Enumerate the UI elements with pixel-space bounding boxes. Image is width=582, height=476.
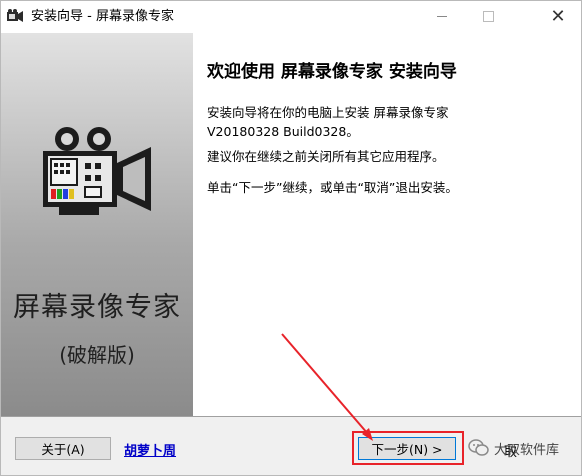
- banner-subtitle: (破解版): [59, 343, 135, 367]
- wizard-banner: 屏幕录像专家 (破解版): [1, 33, 193, 416]
- install-description: 安装向导将在你的电脑上安装 屏幕录像专家 V20180328 Build0328…: [207, 103, 448, 141]
- welcome-panel: 欢迎使用 屏幕录像专家 安装向导 安装向导将在你的电脑上安装 屏幕录像专家 V2…: [193, 33, 581, 416]
- camera-app-icon: [7, 9, 23, 22]
- video-camera-icon: [43, 127, 151, 215]
- banner-title: 屏幕录像专家: [13, 292, 181, 323]
- minimize-icon: [437, 16, 447, 17]
- close-button[interactable]: ✕: [535, 1, 581, 32]
- about-button[interactable]: 关于(A): [15, 437, 111, 460]
- installer-window: 安装向导 - 屏幕录像专家 ✕ 屏幕录像专家 (破解版) 欢迎使用 屏幕录像专家…: [0, 0, 582, 476]
- author-link[interactable]: 胡萝卜周: [124, 440, 176, 459]
- continue-instruction: 单击“下一步”继续，或单击“取消”退出安装。: [207, 180, 458, 195]
- close-icon: ✕: [550, 5, 566, 27]
- install-description-line2: V20180328 Build0328。: [207, 124, 359, 139]
- watermark: 大双软件库: [468, 436, 580, 460]
- watermark-text: 大双软件库: [494, 442, 560, 458]
- welcome-heading: 欢迎使用 屏幕录像专家 安装向导: [207, 62, 457, 82]
- install-description-line1: 安装向导将在你的电脑上安装 屏幕录像专家: [207, 105, 449, 120]
- wechat-icon: [468, 439, 489, 456]
- minimize-button[interactable]: [419, 1, 465, 32]
- window-title: 安装向导 - 屏幕录像专家: [31, 9, 174, 24]
- maximize-icon: [482, 11, 494, 22]
- close-apps-advice: 建议你在继续之前关闭所有其它应用程序。: [207, 149, 445, 164]
- footer-bar: 关于(A) 胡萝卜周 下一步(N) > 取 大双软件库: [1, 417, 581, 475]
- title-bar[interactable]: 安装向导 - 屏幕录像专家 ✕: [1, 1, 581, 33]
- next-button[interactable]: 下一步(N) >: [358, 437, 456, 460]
- maximize-button[interactable]: [465, 1, 511, 32]
